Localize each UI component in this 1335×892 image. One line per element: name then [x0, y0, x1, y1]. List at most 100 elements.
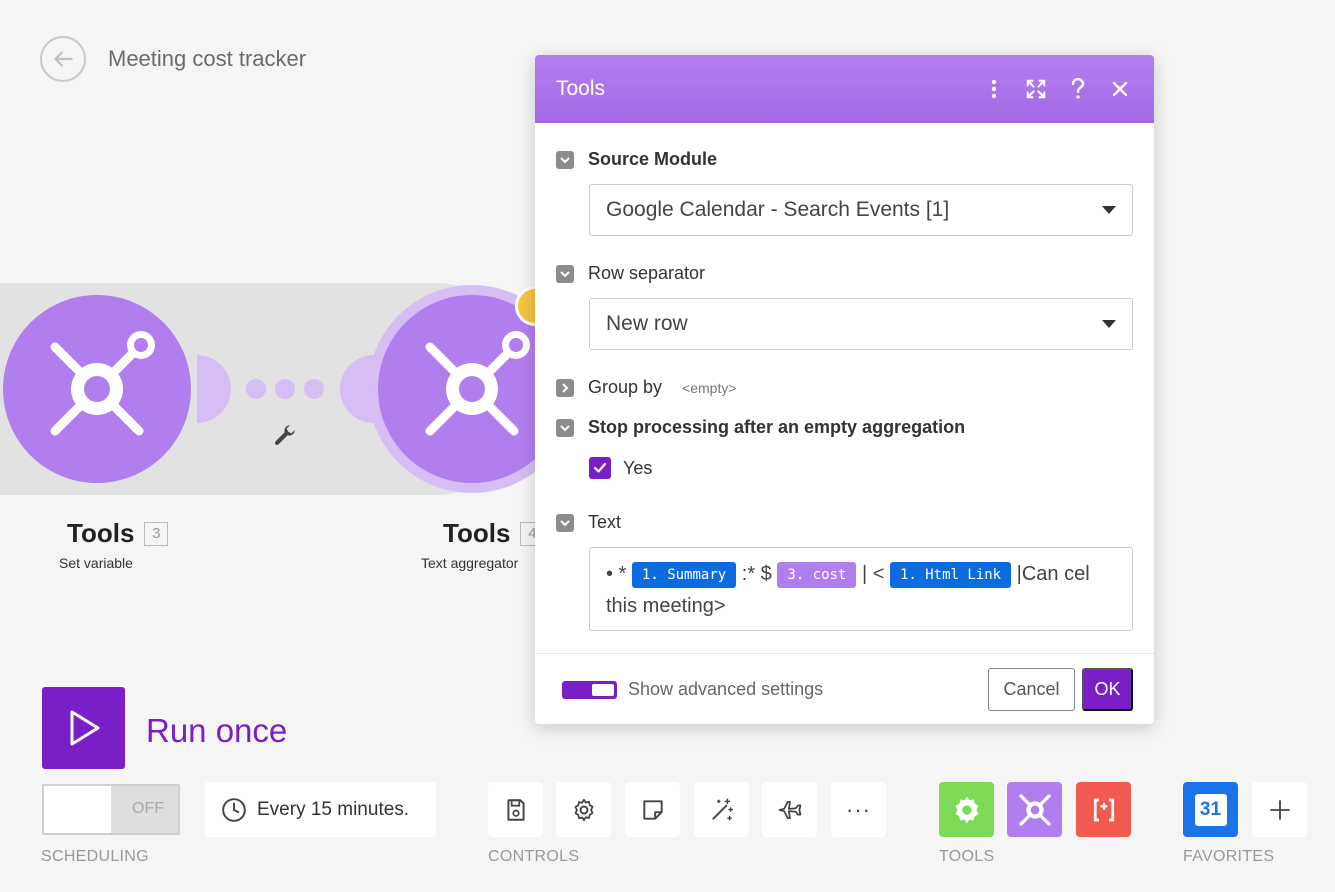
notes-button[interactable]: [625, 782, 680, 837]
ok-button[interactable]: OK: [1082, 668, 1133, 711]
text-input[interactable]: • * 1. Summary :* $ 3. cost | < 1. Html …: [589, 547, 1133, 631]
field-label: Group by: [588, 377, 663, 397]
cancel-button[interactable]: Cancel: [988, 668, 1075, 711]
field-empty-value: <empty>: [682, 379, 737, 396]
row-separator-select[interactable]: New row: [589, 298, 1133, 350]
field-label: Text: [588, 512, 622, 532]
module-subtitle: Text aggregator: [421, 555, 519, 571]
module-number: 3: [144, 521, 169, 546]
toggle-state: OFF: [132, 800, 164, 817]
tools-flow-control-button[interactable]: [939, 782, 994, 837]
text-segment: • *: [606, 563, 627, 585]
dialog-header: Tools: [535, 55, 1154, 123]
mapped-token-cost[interactable]: 3. cost: [777, 561, 857, 588]
dialog-actions: [981, 76, 1133, 102]
gear-icon: [574, 798, 593, 821]
dialog-title: Tools: [556, 77, 606, 100]
tools-label: TOOLS: [939, 848, 995, 865]
back-button[interactable]: [40, 36, 86, 82]
magic-wand-icon: [711, 797, 733, 821]
scheduling-toggle[interactable]: OFF: [42, 784, 180, 835]
run-once-button[interactable]: [42, 687, 125, 769]
advanced-settings-toggle[interactable]: [562, 681, 617, 699]
dialog-expand-button[interactable]: [1023, 76, 1049, 102]
chevron-down-icon: [560, 424, 570, 431]
question-mark-icon: [1071, 78, 1085, 99]
checkbox-checked[interactable]: [589, 457, 611, 479]
module-title: Tools 4: [443, 518, 545, 549]
explain-flow-button[interactable]: [762, 782, 817, 837]
calendar-day: 31: [1199, 798, 1222, 820]
chevron-down-icon: [560, 519, 570, 526]
plus-icon: [1269, 799, 1290, 820]
settings-button[interactable]: [556, 782, 611, 837]
toggle-knob: [44, 786, 111, 833]
module-title: Tools 3: [67, 518, 169, 549]
add-favorite-button[interactable]: [1252, 782, 1307, 837]
expand-toggle[interactable]: [556, 378, 574, 397]
dialog-divider: [535, 653, 1154, 654]
toggle-knob: [592, 684, 614, 696]
route-settings-icon[interactable]: [272, 422, 298, 453]
clock-icon: [222, 797, 246, 822]
row-separator-field: Row separator: [556, 263, 705, 284]
collapse-toggle[interactable]: [556, 150, 574, 169]
mapped-token-summary[interactable]: 1. Summary: [631, 561, 737, 588]
favorite-google-calendar-button[interactable]: 31: [1183, 782, 1238, 837]
select-value: New row: [606, 312, 688, 335]
tools-json-button[interactable]: [1076, 782, 1131, 837]
stop-processing-checkbox[interactable]: Yes: [589, 457, 652, 479]
more-button[interactable]: ···: [831, 782, 886, 837]
route-dot: [275, 379, 295, 399]
scheduling-label: SCHEDULING: [41, 848, 149, 865]
mapped-token-html-link[interactable]: 1. Html Link: [889, 561, 1012, 588]
chevron-right-icon: [562, 382, 569, 393]
chevron-down-icon: [560, 156, 570, 163]
tools-icon: [50, 331, 155, 436]
note-icon: [642, 799, 663, 820]
field-label: Stop processing after an empty aggregati…: [588, 417, 966, 437]
collapse-toggle[interactable]: [556, 513, 574, 532]
arrow-left-icon: [54, 51, 73, 67]
text-segment: :* $: [741, 563, 772, 585]
dialog-menu-button[interactable]: [981, 76, 1007, 102]
dialog-close-button[interactable]: [1107, 76, 1133, 102]
advanced-settings-label[interactable]: Show advanced settings: [628, 679, 823, 700]
schedule-interval-button[interactable]: Every 15 minutes.: [205, 782, 436, 837]
close-icon: [1112, 81, 1128, 97]
favorites-label: FAVORITES: [1183, 848, 1275, 865]
field-label: Source Module: [588, 149, 718, 169]
save-button[interactable]: [488, 782, 543, 837]
stop-processing-field: Stop processing after an empty aggregati…: [556, 417, 965, 438]
expand-icon: [1026, 79, 1046, 99]
tools-icon: [425, 331, 530, 436]
collapse-toggle[interactable]: [556, 264, 574, 283]
controls-label: CONTROLS: [488, 848, 580, 865]
calendar-icon: 31: [1194, 793, 1227, 826]
kebab-menu-icon: [991, 79, 997, 99]
more-icon: ···: [846, 796, 871, 822]
collapse-toggle[interactable]: [556, 418, 574, 437]
airplane-icon: [778, 800, 801, 819]
auto-align-button[interactable]: [694, 782, 749, 837]
brackets-icon: [1093, 798, 1114, 821]
source-module-select[interactable]: Google Calendar - Search Events [1]: [589, 184, 1133, 236]
caret-down-icon: [1102, 320, 1116, 328]
chevron-down-icon: [560, 270, 570, 277]
save-icon: [506, 798, 525, 821]
module-tools-set-variable[interactable]: [3, 295, 191, 483]
gear-icon: [955, 796, 978, 823]
schedule-interval: Every 15 minutes.: [257, 798, 410, 820]
text-field: Text: [556, 512, 621, 533]
dialog-help-button[interactable]: [1065, 76, 1091, 102]
tools-module-button[interactable]: [1007, 782, 1062, 837]
route-dot: [304, 379, 324, 399]
module-subtitle: Set variable: [59, 555, 133, 571]
run-once-label[interactable]: Run once: [146, 712, 287, 750]
route-dot: [246, 379, 266, 399]
module-settings-dialog: Tools Source Module Google Calendar - Se…: [535, 55, 1154, 724]
check-icon: [593, 462, 607, 473]
scenario-title[interactable]: Meeting cost tracker: [108, 46, 306, 72]
tools-icon: [1018, 793, 1051, 826]
source-module-field: Source Module: [556, 149, 717, 170]
